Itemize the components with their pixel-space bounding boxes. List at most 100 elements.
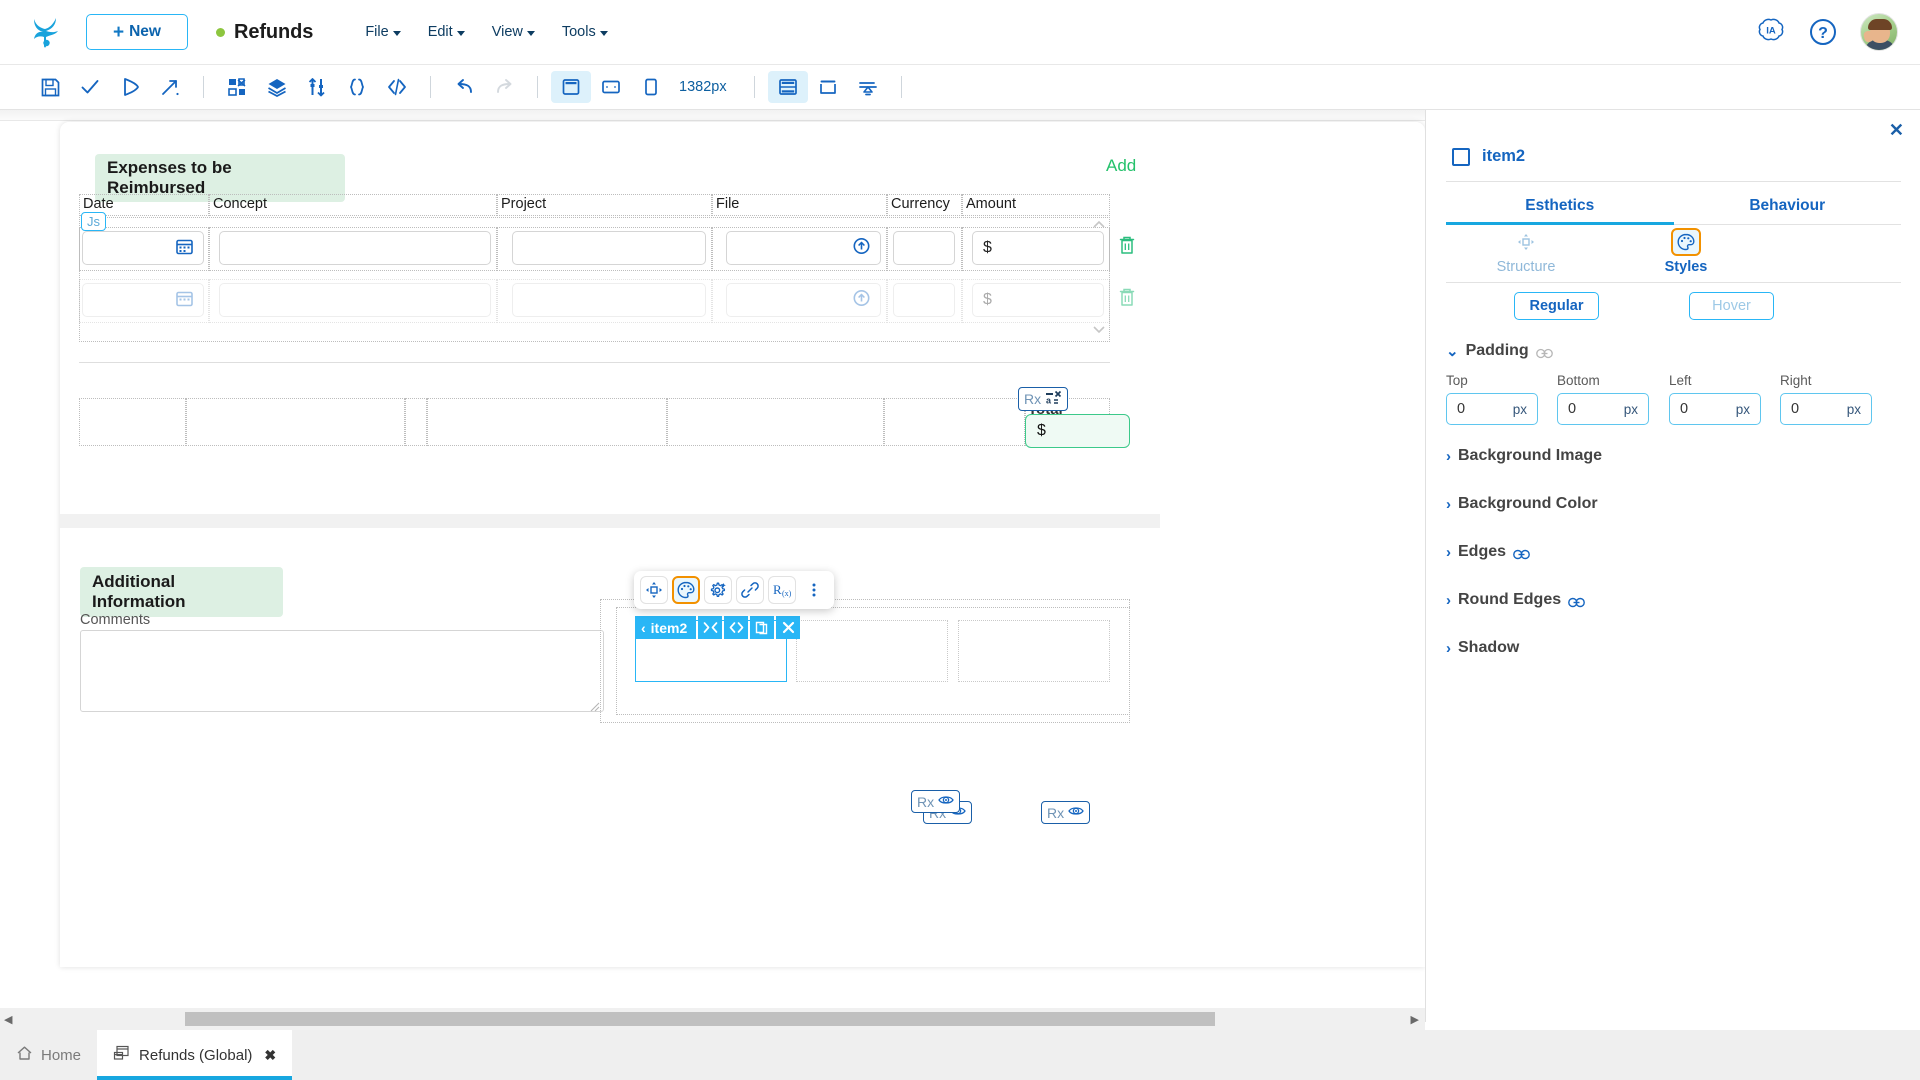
delete-row-1-icon[interactable]: [1118, 235, 1136, 260]
delete-row-2-icon[interactable]: [1118, 287, 1136, 312]
project-input-1[interactable]: [512, 231, 706, 265]
new-button-label: New: [129, 23, 161, 40]
grid-layout-icon[interactable]: [767, 71, 808, 103]
save-icon[interactable]: [30, 71, 70, 103]
layers-stack-icon[interactable]: [257, 71, 297, 103]
align-icon[interactable]: [848, 71, 888, 103]
scroll-left-arrow[interactable]: ◀: [4, 1013, 12, 1026]
date-input-2[interactable]: [82, 283, 204, 317]
scrollbar-thumb[interactable]: [185, 1012, 1215, 1026]
rx-badge-visibility-1[interactable]: Rx: [911, 790, 961, 813]
menu-tools[interactable]: Tools: [562, 24, 608, 40]
more-options-icon[interactable]: [800, 576, 828, 604]
close-icon[interactable]: ✕: [1889, 120, 1904, 141]
new-button[interactable]: + New: [86, 14, 188, 50]
padding-top-input[interactable]: 0 px: [1446, 393, 1538, 425]
redo-icon[interactable]: [484, 71, 524, 103]
data-model-icon[interactable]: [297, 71, 337, 103]
selection-back-chevron[interactable]: ‹: [641, 620, 646, 636]
variables-braces-icon[interactable]: [337, 71, 377, 103]
properties-panel: ✕ item2 Esthetics Behaviour Structure St…: [1425, 110, 1920, 1022]
user-avatar[interactable]: [1860, 13, 1898, 51]
calendar-icon[interactable]: [176, 290, 193, 311]
file-input-2[interactable]: [726, 283, 881, 317]
bottom-tab-close-icon[interactable]: ✖: [264, 1047, 276, 1064]
code-view-icon[interactable]: [724, 616, 749, 639]
duplicate-icon[interactable]: [750, 616, 775, 639]
link-chain-icon[interactable]: [1535, 346, 1553, 358]
sub-tab-styles[interactable]: Styles: [1606, 228, 1766, 280]
concept-input-1[interactable]: [219, 231, 491, 265]
selection-element-name[interactable]: ‹ item2: [635, 616, 697, 639]
sub-tab-structure[interactable]: Structure: [1446, 228, 1606, 280]
formula-rx-icon[interactable]: R (x): [768, 576, 796, 604]
amount-input-2[interactable]: $: [972, 283, 1104, 317]
amount-input-1[interactable]: $: [972, 231, 1104, 265]
upload-circle-icon[interactable]: [853, 238, 870, 259]
link-chain-icon[interactable]: [1568, 595, 1586, 607]
link-chain-icon[interactable]: [1513, 547, 1530, 559]
frog-logo-icon[interactable]: [22, 10, 68, 54]
upload-circle-icon[interactable]: [853, 290, 870, 311]
padding-bottom-input[interactable]: 0 px: [1557, 393, 1649, 425]
rx-badge-label: Rx: [1024, 391, 1042, 407]
styles-palette-icon[interactable]: [672, 576, 700, 604]
viewport-size-label: 1382px: [679, 79, 727, 95]
comments-textarea[interactable]: [80, 630, 604, 712]
state-regular-button[interactable]: Regular: [1514, 292, 1599, 320]
date-input-1[interactable]: [82, 231, 204, 265]
project-input-2[interactable]: [512, 283, 706, 317]
code-brackets-icon[interactable]: [377, 71, 417, 103]
link-chain-icon[interactable]: [736, 576, 764, 604]
run-play-icon[interactable]: [110, 71, 150, 103]
bottom-tab-home[interactable]: Home: [0, 1030, 97, 1080]
rx-badge-visibility-3[interactable]: Rx: [1041, 801, 1091, 824]
calendar-icon[interactable]: [176, 238, 193, 259]
validate-check-icon[interactable]: [70, 71, 110, 103]
accordion-padding[interactable]: ⌄ Padding: [1446, 342, 1553, 360]
close-selection-icon[interactable]: [776, 616, 801, 639]
resize-handle-icon[interactable]: [590, 699, 600, 712]
accordion-background-color[interactable]: › Background Color: [1446, 495, 1598, 513]
menu-edit[interactable]: Edit: [428, 24, 465, 40]
padding-right-input[interactable]: 0 px: [1780, 393, 1872, 425]
accordion-shadow[interactable]: › Shadow: [1446, 639, 1519, 657]
settings-gear-icon[interactable]: [704, 576, 732, 604]
tab-esthetics[interactable]: Esthetics: [1446, 188, 1674, 224]
add-expense-link[interactable]: Add: [1106, 156, 1136, 176]
padding-left-input[interactable]: 0 px: [1669, 393, 1761, 425]
collapse-expand-icon[interactable]: [698, 616, 723, 639]
concept-input-2[interactable]: [219, 283, 491, 317]
accordion-round-edges[interactable]: › Round Edges: [1446, 591, 1586, 609]
state-hover-button[interactable]: Hover: [1689, 292, 1774, 320]
scroll-right-arrow[interactable]: ▶: [1411, 1013, 1419, 1026]
mobile-view-icon[interactable]: [631, 71, 671, 103]
element-checkbox[interactable]: [1452, 147, 1470, 166]
padding-top-group: Top 0 px: [1446, 373, 1538, 425]
undo-icon[interactable]: [444, 71, 484, 103]
state-hover-label: Hover: [1712, 298, 1751, 314]
tab-behaviour[interactable]: Behaviour: [1674, 188, 1902, 224]
components-grid-icon[interactable]: [217, 71, 257, 103]
accordion-edges[interactable]: › Edges: [1446, 543, 1530, 561]
file-input-1[interactable]: [726, 231, 881, 265]
menu-file[interactable]: File: [365, 24, 401, 40]
currency-input-1[interactable]: [893, 231, 955, 265]
ia-assistant-icon[interactable]: IA: [1756, 17, 1786, 47]
bottom-tab-refunds[interactable]: Refunds (Global) ✖: [97, 1030, 293, 1080]
move-structure-icon[interactable]: [640, 576, 668, 604]
accordion-background-image[interactable]: › Background Image: [1446, 447, 1602, 465]
help-icon[interactable]: ?: [1808, 17, 1838, 47]
page-title: Refunds: [234, 20, 314, 43]
deploy-share-icon[interactable]: [150, 71, 190, 103]
menu-view[interactable]: View: [492, 24, 535, 40]
desktop-view-icon[interactable]: [551, 71, 591, 103]
js-badge[interactable]: Js: [81, 212, 106, 231]
horizontal-scrollbar[interactable]: ◀ ▶: [0, 1008, 1425, 1030]
rx-badge-total[interactable]: Rx a: [1018, 387, 1069, 411]
container-icon[interactable]: [808, 71, 848, 103]
total-value-box[interactable]: $: [1025, 414, 1130, 448]
scroll-down-arrow-icon[interactable]: [1092, 322, 1106, 339]
currency-input-2[interactable]: [893, 283, 955, 317]
tablet-view-icon[interactable]: [591, 71, 631, 103]
